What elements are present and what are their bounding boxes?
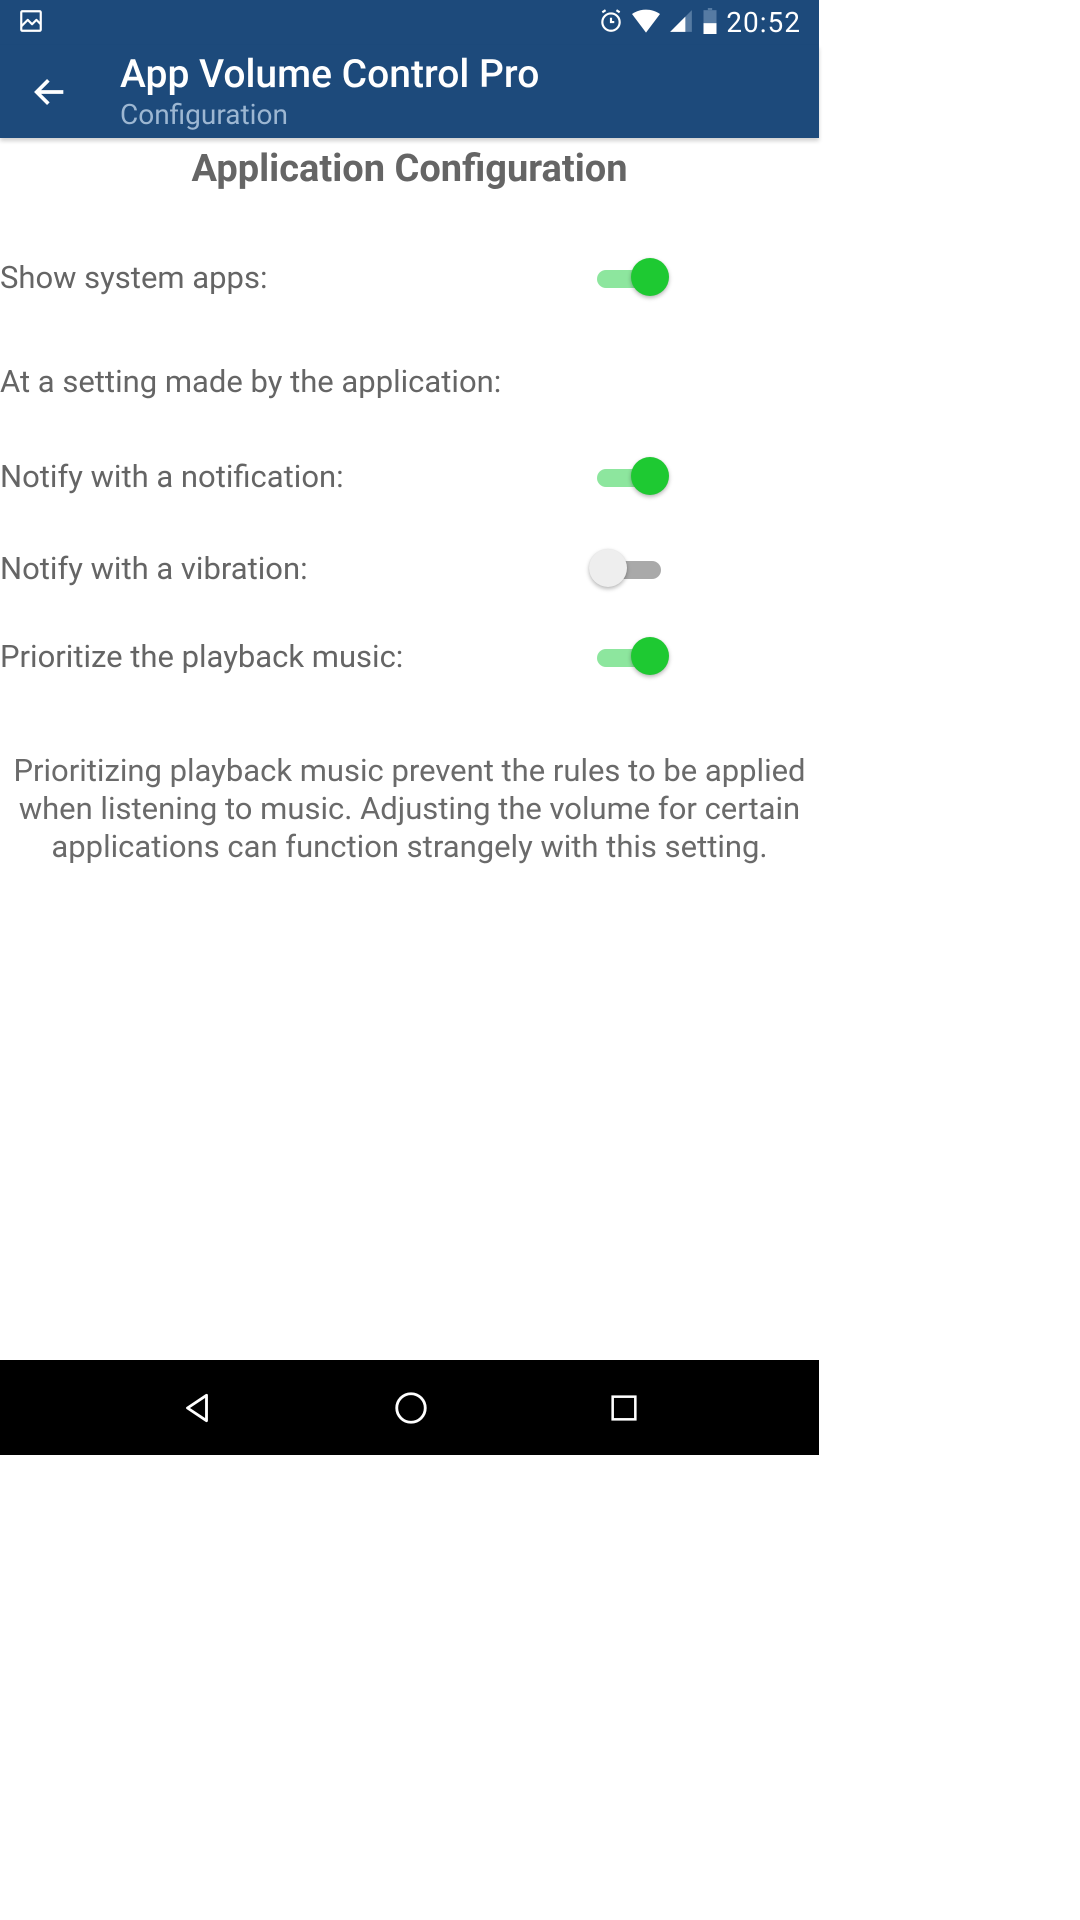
image-icon xyxy=(18,8,44,38)
alarm-icon xyxy=(598,8,624,38)
nav-home-icon[interactable] xyxy=(392,1389,430,1427)
setting-notify-notification: Notify with a notification: xyxy=(0,442,819,510)
android-nav-bar xyxy=(0,1360,819,1455)
setting-label: Notify with a notification: xyxy=(0,458,594,495)
section-title: Application Configuration xyxy=(0,147,819,191)
wifi-icon xyxy=(632,9,660,37)
toggle-show-system-apps[interactable] xyxy=(594,256,664,298)
back-arrow-icon[interactable] xyxy=(30,72,70,112)
setting-show-system-apps: Show system apps: xyxy=(0,243,819,311)
nav-recent-icon[interactable] xyxy=(607,1391,641,1425)
page-subtitle: Configuration xyxy=(120,99,539,131)
nav-back-icon[interactable] xyxy=(178,1389,216,1427)
description-text: Prioritizing playback music prevent the … xyxy=(0,752,819,866)
toggle-prioritize-playback[interactable] xyxy=(594,635,664,677)
setting-prioritize-playback: Prioritize the playback music: xyxy=(0,622,819,690)
toggle-notify-vibration[interactable] xyxy=(594,547,664,589)
app-bar: App Volume Control Pro Configuration xyxy=(0,45,819,138)
page-title: App Volume Control Pro xyxy=(120,52,539,97)
app-bar-titles: App Volume Control Pro Configuration xyxy=(120,52,539,131)
setting-label: Notify with a vibration: xyxy=(0,550,594,587)
setting-notify-vibration: Notify with a vibration: xyxy=(0,534,819,602)
status-time: 20:52 xyxy=(726,6,801,39)
section-subheader: At a setting made by the application: xyxy=(0,363,819,400)
toggle-notify-notification[interactable] xyxy=(594,455,664,497)
battery-icon xyxy=(702,8,718,38)
status-left xyxy=(18,8,44,38)
status-right: 20:52 xyxy=(598,6,801,39)
setting-label: Prioritize the playback music: xyxy=(0,638,594,675)
status-bar: 20:52 xyxy=(0,0,819,45)
signal-icon xyxy=(668,8,694,38)
content: Application Configuration Show system ap… xyxy=(0,138,819,866)
setting-label: Show system apps: xyxy=(0,259,594,296)
